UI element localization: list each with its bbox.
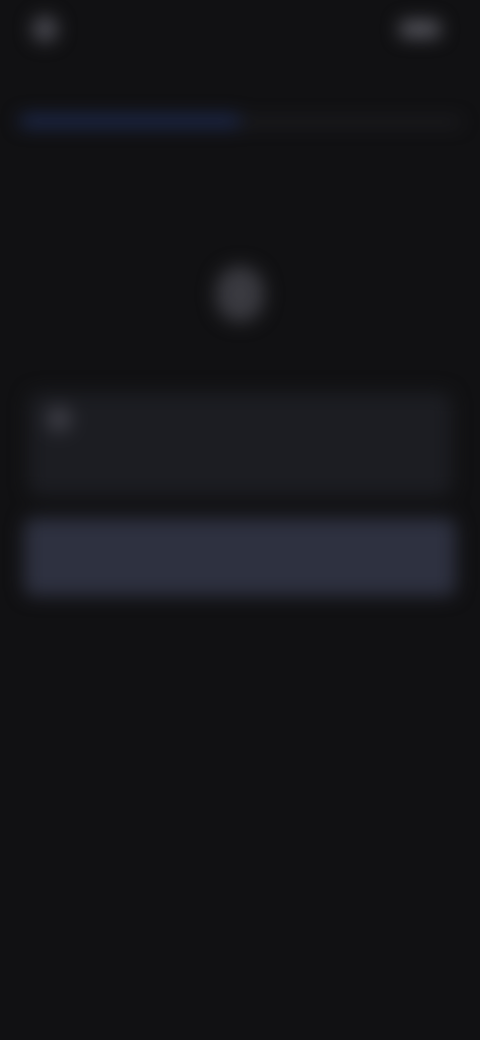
battery-icon [400, 21, 440, 37]
action-button[interactable] [24, 518, 456, 596]
status-bar [32, 14, 440, 44]
info-icon [46, 406, 72, 432]
tab-active[interactable] [20, 76, 240, 132]
tab-bar [20, 76, 460, 132]
info-card [28, 392, 452, 496]
tab-inactive[interactable] [240, 76, 460, 132]
status-right [390, 21, 440, 37]
tab-underline [240, 120, 460, 124]
info-card-header [46, 406, 434, 432]
status-left [32, 16, 70, 42]
app-icon [32, 16, 58, 42]
blurred-content [0, 0, 480, 1040]
screen [0, 0, 480, 1040]
avatar [216, 266, 264, 322]
